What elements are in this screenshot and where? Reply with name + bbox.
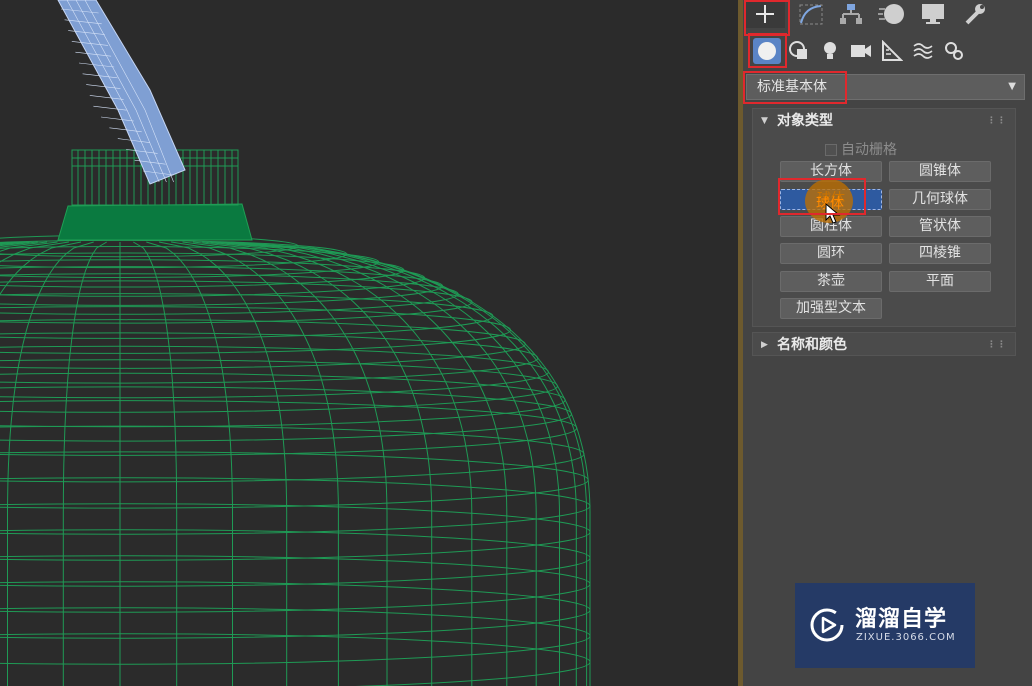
geometry-subtab-highlight xyxy=(748,33,787,68)
helpers-ruler-icon xyxy=(882,40,903,61)
wireframe-model xyxy=(0,0,591,686)
motion-icon xyxy=(878,4,904,24)
wrench-icon xyxy=(965,4,985,25)
rollout-grip-icon[interactable]: ⋮⋮ xyxy=(987,333,1007,357)
lantern-neck-collar xyxy=(57,203,253,241)
watermark-url: ZIXUE.3066.COM xyxy=(856,632,956,643)
wireframe-meridian xyxy=(0,241,23,245)
wireframe-ring xyxy=(0,386,572,442)
wireframe-meridian xyxy=(0,241,82,296)
object-type-title: 对象类型 xyxy=(777,113,833,129)
systems-gears-icon xyxy=(945,42,963,60)
wireframe-meridian xyxy=(0,241,14,244)
space-warps-subtab[interactable] xyxy=(909,38,937,64)
expand-triangle-icon: ▶ xyxy=(761,340,768,350)
systems-subtab[interactable] xyxy=(940,38,968,64)
modify-curve-icon xyxy=(799,4,823,25)
wireframe-meridian xyxy=(192,241,433,686)
name-color-rollout: ▶ 名称和颜色 ⋮⋮ xyxy=(752,332,1016,356)
display-tab[interactable] xyxy=(913,0,953,28)
wireframe-meridian xyxy=(0,241,69,263)
wireframe-ring xyxy=(0,633,591,686)
modify-tab[interactable] xyxy=(791,0,831,28)
geosphere-button[interactable]: 几何球体 xyxy=(889,189,991,210)
cone-button[interactable]: 圆锥体 xyxy=(889,161,991,182)
name-color-rollout-header[interactable]: ▶ 名称和颜色 ⋮⋮ xyxy=(753,333,1015,357)
shapes-icon xyxy=(789,41,807,59)
object-type-rollout: ▼ 对象类型 ⋮⋮ 自动栅格 长方体 圆锥体 球体 几何球体 圆柱体 管状体 圆… xyxy=(752,108,1016,327)
wireframe-meridian xyxy=(7,241,94,686)
watermark: 溜溜自学 ZIXUE.3066.COM xyxy=(795,583,975,668)
wireframe-meridian xyxy=(146,241,233,686)
tube-button[interactable]: 管状体 xyxy=(889,216,991,237)
space-warps-icon xyxy=(913,43,933,59)
hierarchy-icon xyxy=(840,4,862,24)
autogrid-checkbox[interactable]: 自动栅格 xyxy=(825,139,897,159)
torus-button[interactable]: 圆环 xyxy=(780,243,882,264)
teapot-button[interactable]: 茶壶 xyxy=(780,271,882,292)
utilities-tab[interactable] xyxy=(955,0,995,28)
play-logo-icon xyxy=(810,608,844,642)
helpers-subtab[interactable] xyxy=(878,38,906,64)
wireframe-ring xyxy=(0,293,494,339)
pyramid-button[interactable]: 四棱锥 xyxy=(889,243,991,264)
autogrid-label: 自动栅格 xyxy=(841,142,897,158)
hierarchy-tab[interactable] xyxy=(831,0,871,28)
rollout-grip-icon[interactable]: ⋮⋮ xyxy=(987,109,1007,133)
shapes-subtab[interactable] xyxy=(785,38,813,64)
watermark-brand: 溜溜自学 xyxy=(855,607,948,632)
lantern-handle xyxy=(57,0,186,185)
collapse-triangle-icon: ▼ xyxy=(761,116,768,126)
viewport-perspective[interactable] xyxy=(0,0,738,686)
checkbox-box xyxy=(825,144,837,156)
wireframe-meridian xyxy=(0,241,38,247)
sphere-button-highlight xyxy=(778,178,866,215)
wireframe-meridian xyxy=(62,241,107,686)
category-dropdown-highlight xyxy=(743,71,847,104)
textplus-button[interactable]: 加强型文本 xyxy=(780,298,882,319)
cameras-subtab[interactable] xyxy=(847,38,875,64)
lights-subtab[interactable] xyxy=(816,38,844,64)
create-tab-highlight xyxy=(744,0,790,36)
name-color-title: 名称和颜色 xyxy=(777,337,847,353)
motion-tab[interactable] xyxy=(871,0,911,28)
wireframe-meridian xyxy=(0,241,30,246)
wireframe-ring xyxy=(0,259,426,297)
camera-icon xyxy=(851,45,871,57)
wireframe-meridian xyxy=(133,241,178,686)
chevron-down-icon: ▼ xyxy=(1008,81,1016,92)
object-type-rollout-header[interactable]: ▼ 对象类型 ⋮⋮ xyxy=(753,109,1015,133)
wireframe-meridian xyxy=(0,241,11,244)
monitor-icon xyxy=(922,4,944,24)
lightbulb-icon xyxy=(824,42,836,59)
plane-button[interactable]: 平面 xyxy=(889,271,991,292)
wireframe-meridian xyxy=(171,241,339,686)
